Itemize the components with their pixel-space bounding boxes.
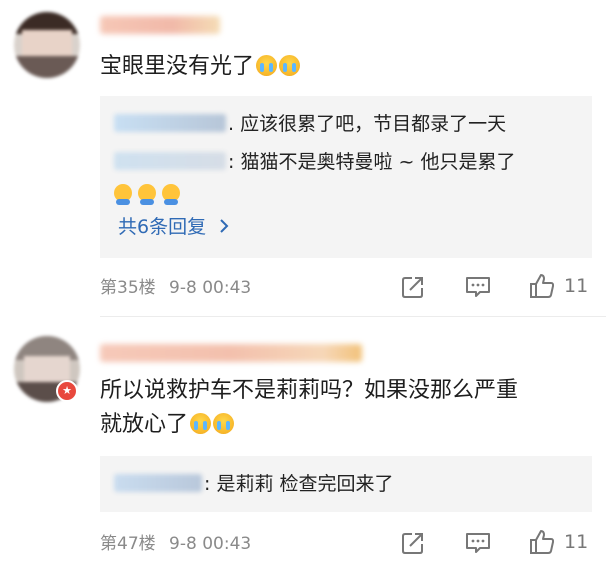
username-redacted[interactable] — [100, 16, 220, 34]
reply-item[interactable]: : 是莉莉 检查完回来了 — [114, 470, 393, 498]
comment-text-content: 宝眼里没有光了 — [100, 54, 255, 79]
share-icon — [400, 530, 426, 556]
comment-text: 宝眼里没有光了 — [100, 50, 596, 84]
reply-item[interactable]: : 猫猫不是奥特曼啦 ~ 他只是累了 — [114, 148, 515, 176]
comment-button[interactable] — [464, 530, 492, 556]
username-redacted[interactable] — [100, 344, 362, 362]
share-icon — [400, 274, 426, 300]
like-count: 11 — [564, 275, 589, 297]
divider — [100, 316, 606, 317]
reply-box[interactable]: : 是莉莉 检查完回来了 — [100, 456, 592, 512]
reply-text: : 猫猫不是奥特曼啦 ~ 他只是累了 — [228, 151, 516, 173]
comment-item: ★ 所以说救护车不是莉莉吗？如果没那么严重 就放心了 : 是莉莉 检查完回来了 … — [0, 318, 606, 564]
thumbs-up-icon — [528, 272, 556, 300]
chevron-right-icon — [218, 217, 230, 235]
reply-emoji-row — [114, 182, 186, 210]
hug-emoji-icon — [162, 184, 180, 205]
comment-text: 所以说救护车不是莉莉吗？如果没那么严重 就放心了 — [100, 374, 596, 442]
crying-face-icon — [190, 413, 212, 434]
comment-button[interactable] — [464, 274, 492, 300]
like-count: 11 — [564, 531, 589, 553]
more-replies-label: 共6条回复 — [118, 216, 207, 238]
crying-face-icon — [279, 55, 301, 76]
thumbs-up-icon — [528, 528, 556, 556]
hug-emoji-icon — [114, 184, 132, 205]
timestamp: 9-8 00:43 — [169, 534, 252, 554]
share-button[interactable] — [400, 274, 426, 300]
timestamp: 9-8 00:43 — [169, 278, 252, 298]
reply-text: : 是莉莉 检查完回来了 — [204, 473, 394, 495]
reply-username-redacted[interactable] — [114, 152, 226, 170]
reply-item[interactable]: . 应该很累了吧，节目都录了一天 — [114, 110, 506, 138]
more-replies-link[interactable]: 共6条回复 — [118, 214, 230, 240]
crying-face-icon — [256, 55, 278, 76]
reply-box[interactable]: . 应该很累了吧，节目都录了一天 : 猫猫不是奥特曼啦 ~ 他只是累了 共6条回… — [100, 96, 592, 258]
comment-text-line: 就放心了 — [100, 412, 189, 437]
comment-meta: 第47楼 9-8 00:43 — [100, 532, 251, 556]
comment-item: 宝眼里没有光了 . 应该很累了吧，节目都录了一天 : 猫猫不是奥特曼啦 ~ 他只… — [0, 0, 606, 310]
like-button[interactable]: 11 — [528, 528, 588, 556]
reply-username-redacted[interactable] — [114, 474, 202, 492]
comment-icon — [464, 530, 492, 556]
verified-badge-icon: ★ — [56, 380, 78, 402]
comment-icon — [464, 274, 492, 300]
hug-emoji-icon — [138, 184, 156, 205]
comment-meta: 第35楼 9-8 00:43 — [100, 276, 251, 300]
reply-username-redacted[interactable] — [114, 114, 226, 132]
floor-number: 第35楼 — [100, 278, 156, 298]
comment-text-line: 所以说救护车不是莉莉吗？如果没那么严重 — [100, 378, 519, 403]
avatar[interactable] — [14, 12, 80, 78]
share-button[interactable] — [400, 530, 426, 556]
reply-text: . 应该很累了吧，节目都录了一天 — [228, 113, 507, 135]
crying-face-icon — [213, 413, 235, 434]
like-button[interactable]: 11 — [528, 272, 588, 300]
floor-number: 第47楼 — [100, 534, 156, 554]
